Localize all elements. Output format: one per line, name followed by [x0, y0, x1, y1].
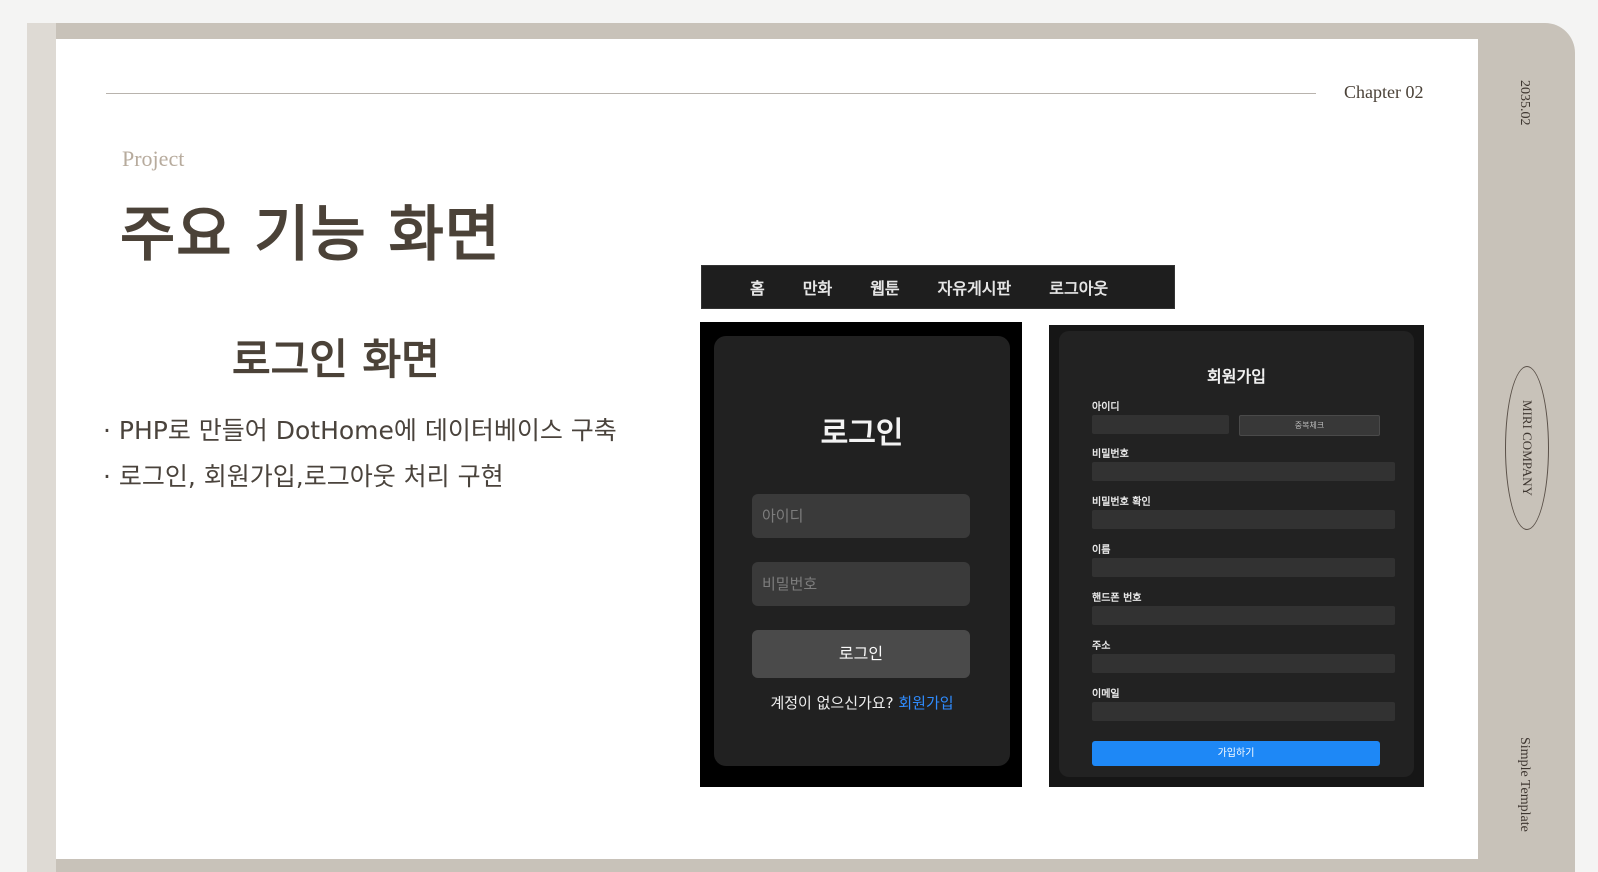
nav-item-free-board[interactable]: 자유게시판 [938, 275, 1012, 299]
nav-item-manhwa[interactable]: 만화 [803, 275, 832, 299]
signup-label-address: 주소 [1092, 641, 1111, 652]
bullet-item: · PHP로 만들어 DotHome에 데이터베이스 구축 [103, 416, 617, 445]
slide-subtitle: 로그인 화면 [232, 335, 440, 384]
slide-frame-left-strip [27, 23, 56, 872]
nav-item-home[interactable]: 홈 [750, 275, 765, 299]
duplicate-check-button[interactable]: 중복체크 [1239, 415, 1380, 436]
side-template-label: Simple Template [1517, 737, 1532, 832]
side-date: 2035.02 [1517, 80, 1532, 126]
nav-item-logout[interactable]: 로그아웃 [1049, 275, 1108, 299]
slide-title: 주요 기능 화면 [120, 200, 501, 270]
login-title: 로그인 [820, 416, 904, 451]
login-button[interactable]: 로그인 [752, 630, 970, 678]
signup-phone-input[interactable] [1092, 606, 1395, 625]
signup-password-confirm-input[interactable] [1092, 510, 1395, 529]
login-footer-text: 계정이 없으신가요? [770, 694, 894, 712]
signup-label-id: 아이디 [1092, 402, 1120, 413]
side-company-label: MIRI COMPANY [1520, 400, 1535, 496]
signup-card: 회원가입 아이디 중복체크 비밀번호 비밀번호 확인 이름 핸드폰 번호 주소 … [1059, 331, 1414, 777]
header-rule [106, 93, 1316, 94]
bullet-list: · PHP로 만들어 DotHome에 데이터베이스 구축 · 로그인, 회원가… [103, 408, 617, 500]
login-footer: 계정이 없으신가요? 회원가입 [714, 692, 1010, 713]
signup-label-password: 비밀번호 [1092, 449, 1129, 460]
signup-title: 회원가입 [1207, 367, 1266, 386]
side-company-badge: MIRI COMPANY [1505, 366, 1549, 530]
chapter-label: Chapter 02 [1344, 82, 1424, 102]
bullet-item: · 로그인, 회원가입,로그아웃 처리 구현 [103, 462, 504, 491]
login-screenshot: 로그인 아이디 비밀번호 로그인 계정이 없으신가요? 회원가입 [700, 322, 1022, 787]
slide-eyebrow: Project [122, 146, 185, 171]
signup-email-input[interactable] [1092, 702, 1395, 721]
signup-id-input[interactable] [1092, 415, 1229, 434]
signup-address-input[interactable] [1092, 654, 1395, 673]
login-id-input[interactable]: 아이디 [752, 494, 970, 538]
signup-password-input[interactable] [1092, 462, 1395, 481]
signup-label-email: 이메일 [1092, 689, 1120, 700]
signup-name-input[interactable] [1092, 558, 1395, 577]
login-password-input[interactable]: 비밀번호 [752, 562, 970, 606]
signup-submit-button[interactable]: 가입하기 [1092, 741, 1380, 766]
site-nav-bar: 홈 만화 웹툰 자유게시판 로그아웃 [701, 265, 1175, 309]
signup-link[interactable]: 회원가입 [898, 694, 953, 712]
nav-item-webtoon[interactable]: 웹툰 [870, 275, 899, 299]
signup-screenshot: 회원가입 아이디 중복체크 비밀번호 비밀번호 확인 이름 핸드폰 번호 주소 … [1049, 325, 1424, 787]
login-card: 로그인 아이디 비밀번호 로그인 계정이 없으신가요? 회원가입 [714, 336, 1010, 766]
signup-label-name: 이름 [1092, 545, 1111, 556]
signup-label-phone: 핸드폰 번호 [1092, 593, 1142, 604]
signup-label-password-confirm: 비밀번호 확인 [1092, 497, 1151, 508]
